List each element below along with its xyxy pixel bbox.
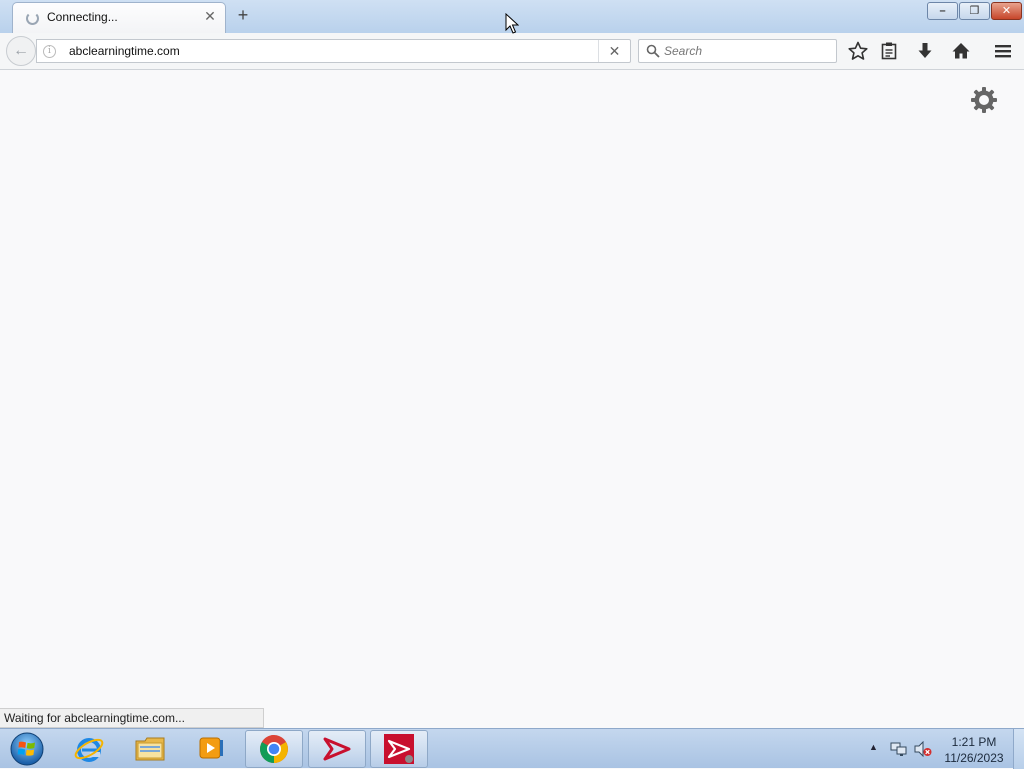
- star-icon[interactable]: [847, 40, 869, 62]
- volume-muted-icon[interactable]: [914, 741, 932, 757]
- folder-icon: [135, 737, 165, 761]
- network-icon[interactable]: [890, 741, 908, 757]
- clock-time: 1:21 PM: [951, 735, 997, 749]
- maximize-button[interactable]: ❐: [959, 2, 990, 20]
- url-bar[interactable]: i ✕: [36, 39, 631, 63]
- taskbar-google-chrome[interactable]: [245, 730, 303, 768]
- close-window-button[interactable]: ✕: [991, 2, 1022, 20]
- home-icon[interactable]: [950, 40, 972, 62]
- hamburger-menu-icon[interactable]: [992, 40, 1014, 62]
- gear-icon[interactable]: [970, 86, 998, 114]
- tab-close-icon[interactable]: ✕: [203, 9, 217, 23]
- system-clock[interactable]: 1:21 PM 11/26/2023: [936, 734, 1012, 766]
- taskbar-adobe-acrobat-pro[interactable]: [370, 730, 428, 768]
- taskbar-windows-explorer[interactable]: [121, 730, 179, 768]
- show-desktop-button[interactable]: [1013, 729, 1024, 769]
- windows-start-icon[interactable]: [8, 731, 46, 767]
- site-info-icon[interactable]: i: [43, 45, 56, 58]
- page-content: [0, 71, 1024, 728]
- media-player-icon: [199, 737, 223, 759]
- window-controls: – ❐ ✕: [927, 2, 1022, 20]
- loading-spinner-icon: [26, 12, 39, 25]
- url-input[interactable]: [69, 43, 589, 59]
- chrome-icon: [260, 735, 288, 763]
- taskbar: ▲ 1:21 PM 11/26/2023: [0, 728, 1024, 769]
- navigation-toolbar: ← i ✕: [0, 33, 1024, 70]
- close-icon: ✕: [1001, 5, 1012, 17]
- search-input[interactable]: [664, 43, 829, 59]
- adobe-acrobat-pro-icon: [384, 734, 414, 764]
- show-hidden-icons-button[interactable]: ▲: [869, 742, 878, 752]
- adobe-acrobat-icon: [323, 737, 351, 761]
- clock-date: 11/26/2023: [944, 751, 1004, 765]
- download-icon[interactable]: [914, 40, 936, 62]
- tab-connecting[interactable]: Connecting... ✕: [12, 2, 226, 33]
- clipboard-icon[interactable]: [878, 40, 900, 62]
- taskbar-adobe-acrobat[interactable]: [308, 730, 366, 768]
- internet-explorer-icon: [74, 738, 104, 762]
- tab-title: Connecting...: [47, 10, 118, 24]
- minimize-icon: –: [939, 5, 946, 17]
- minimize-button[interactable]: –: [927, 2, 958, 20]
- taskbar-internet-explorer[interactable]: [60, 730, 118, 768]
- mouse-cursor-icon: [505, 13, 519, 34]
- new-tab-button[interactable]: +: [233, 5, 253, 25]
- search-bar[interactable]: [638, 39, 837, 63]
- back-button[interactable]: ←: [6, 36, 36, 66]
- taskbar-media-player[interactable]: [182, 730, 240, 768]
- status-text: Waiting for abclearningtime.com...: [0, 708, 264, 728]
- search-icon: [646, 44, 660, 58]
- restore-icon: ❐: [969, 5, 980, 17]
- stop-loading-icon[interactable]: ✕: [598, 40, 630, 62]
